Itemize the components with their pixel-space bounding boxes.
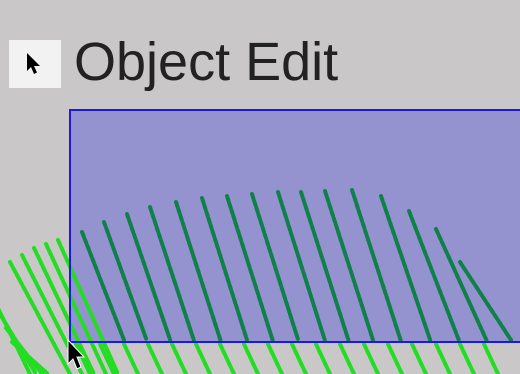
object-edit-viewport[interactable]: Object Edit (0, 0, 520, 374)
unselected-strand[interactable] (434, 342, 452, 374)
unselected-strand[interactable] (10, 340, 50, 374)
unselected-strand[interactable] (218, 342, 236, 374)
unselected-strand[interactable] (242, 342, 260, 374)
unselected-strand[interactable] (458, 342, 476, 374)
arrow-cursor-icon (27, 53, 40, 74)
unselected-strand[interactable] (290, 342, 308, 374)
mode-indicator[interactable] (9, 40, 61, 88)
mode-title: Object Edit (74, 32, 339, 92)
unselected-strand[interactable] (362, 342, 380, 374)
unselected-strand[interactable] (170, 342, 188, 374)
unselected-strand[interactable] (266, 342, 284, 374)
unselected-strand[interactable] (314, 342, 332, 374)
unselected-strand[interactable] (338, 342, 356, 374)
selection-rectangle-fill (70, 110, 520, 342)
unselected-strand[interactable] (482, 342, 500, 374)
unselected-strand[interactable] (146, 342, 164, 374)
unselected-strand[interactable] (122, 342, 140, 374)
unselected-strand[interactable] (410, 342, 428, 374)
unselected-strand[interactable] (194, 342, 212, 374)
unselected-strand[interactable] (386, 342, 404, 374)
